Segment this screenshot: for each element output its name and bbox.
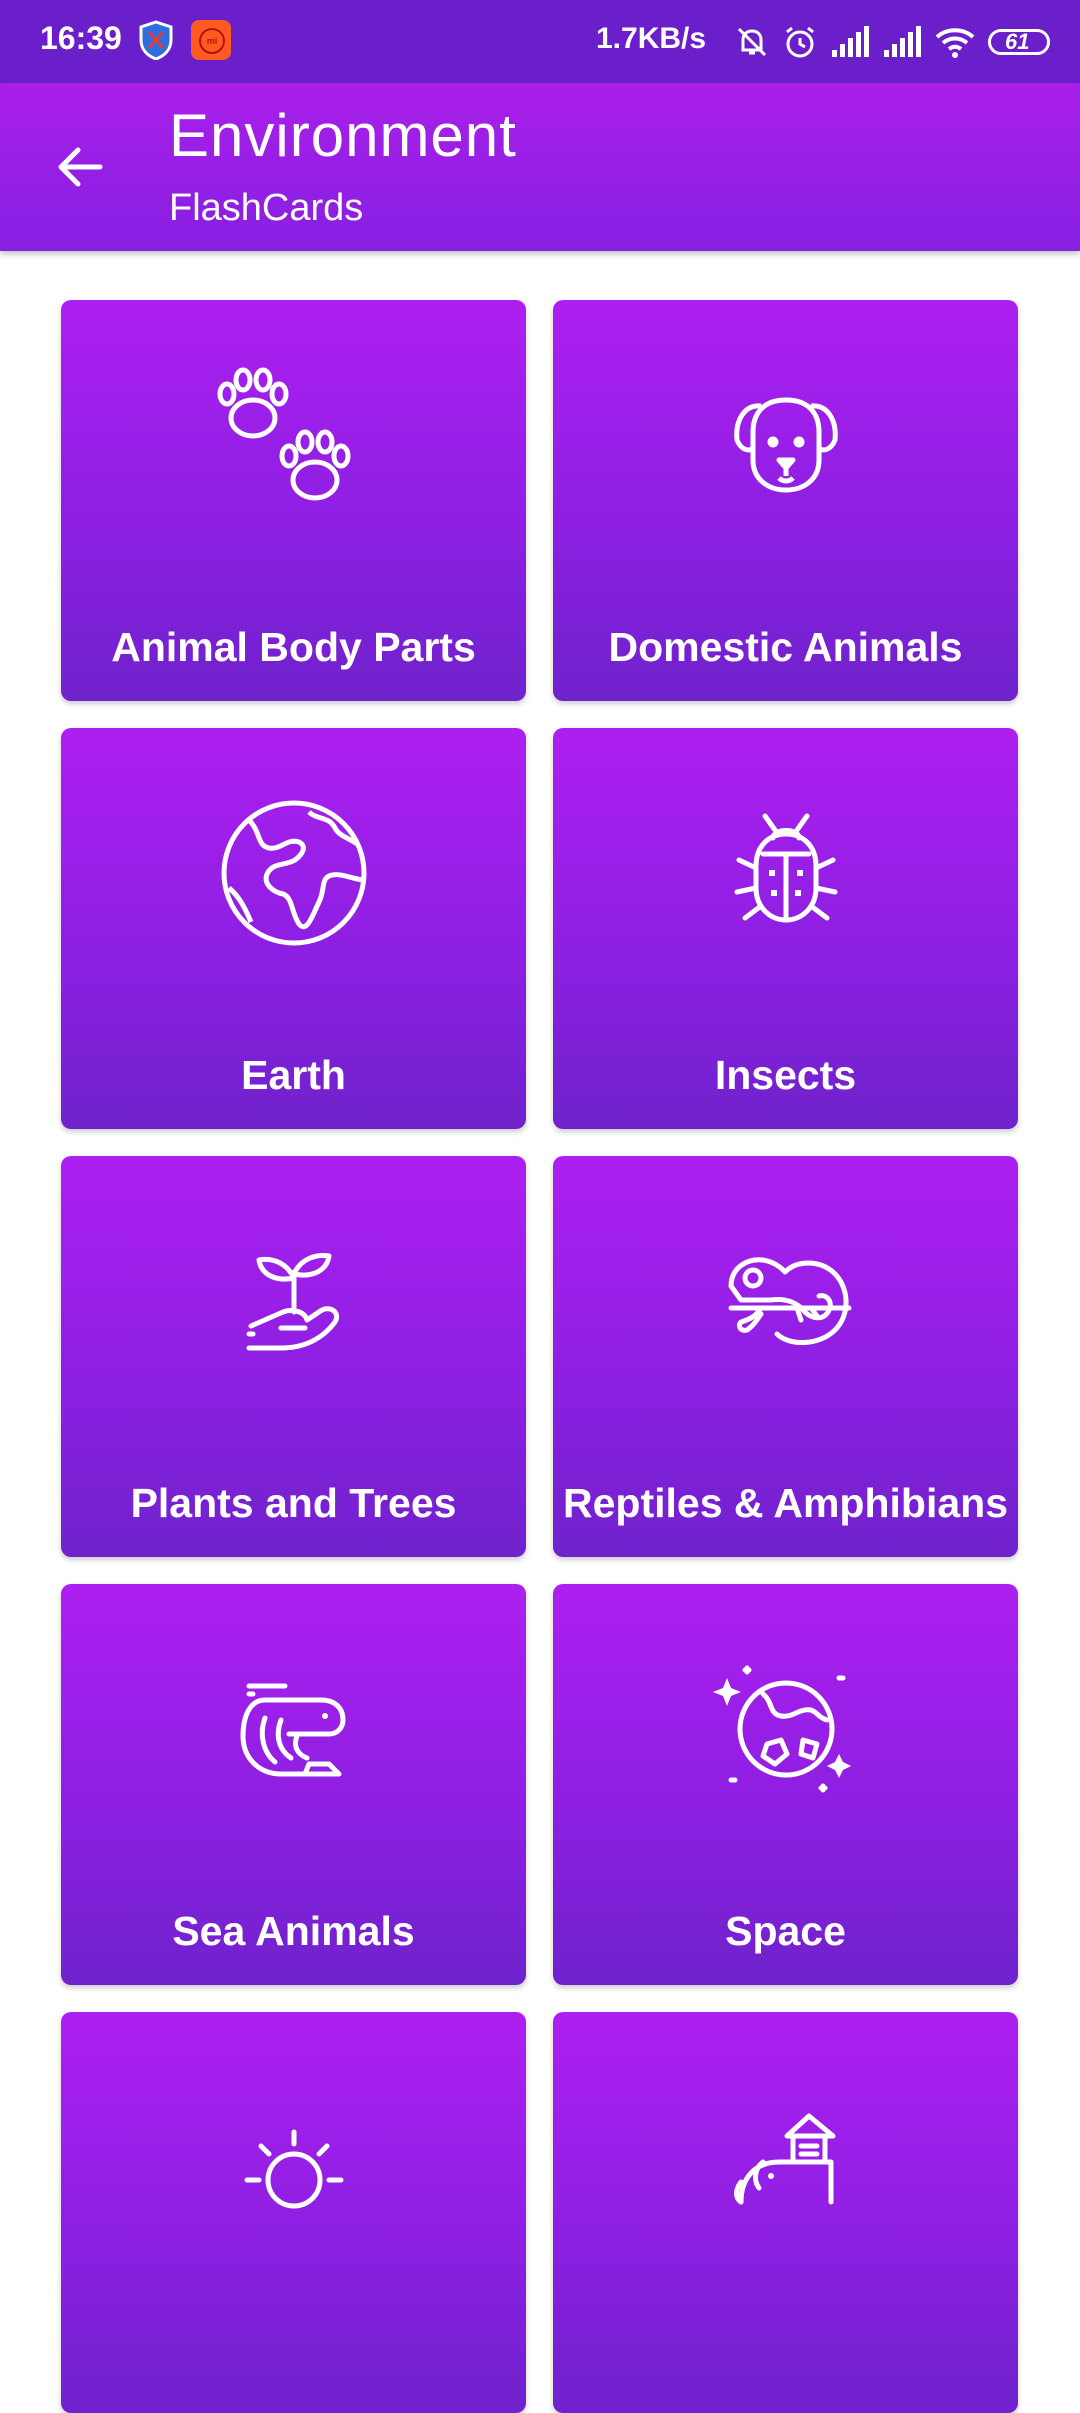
app-bar: Environment FlashCards — [0, 83, 1080, 251]
card-animal-body-parts[interactable]: Animal Body Parts — [61, 300, 526, 701]
paw-prints-icon — [217, 367, 350, 501]
card-label: Animal Body Parts — [111, 624, 476, 670]
card-label: Earth — [241, 1052, 346, 1098]
card-partial[interactable] — [61, 2012, 526, 2413]
elephant-icon — [733, 2113, 835, 2205]
card-plants-and-trees[interactable]: Plants and Trees — [61, 1156, 526, 1557]
alarm-icon — [786, 26, 814, 58]
mi-icon: mi — [191, 20, 231, 60]
signal-icon — [884, 26, 921, 57]
chameleon-icon — [728, 1257, 851, 1346]
card-sea-animals[interactable]: Sea Animals — [61, 1584, 526, 1985]
shield-icon — [139, 20, 173, 60]
dog-icon — [733, 397, 838, 493]
card-domestic-animals[interactable]: Domestic Animals — [553, 300, 1018, 701]
card-earth[interactable]: Earth — [61, 728, 526, 1129]
card-partial[interactable] — [553, 2012, 1018, 2413]
ladybug-icon — [734, 813, 837, 923]
card-label: Reptiles & Amphibians — [563, 1480, 1008, 1526]
card-insects[interactable]: Insects — [553, 728, 1018, 1129]
wifi-icon — [935, 28, 975, 58]
page-subtitle: FlashCards — [169, 187, 364, 229]
page-title: Environment — [169, 102, 517, 169]
card-label: Plants and Trees — [130, 1480, 457, 1526]
shrimp-icon — [240, 1683, 345, 1777]
card-label: Sea Animals — [172, 1908, 415, 1954]
card-reptiles-amphibians[interactable]: Reptiles & Amphibians — [553, 1156, 1018, 1557]
battery-level: 61 — [1005, 29, 1030, 54]
card-label: Domestic Animals — [608, 624, 963, 670]
sun-icon — [244, 2129, 343, 2209]
arrow-left-icon[interactable] — [52, 139, 108, 195]
sprout-hand-icon — [246, 1253, 339, 1351]
status-icons: 61 — [734, 22, 1050, 62]
card-label: Insects — [714, 1052, 857, 1098]
network-speed: 1.7KB/s — [596, 22, 707, 55]
signal-icon — [832, 26, 869, 57]
battery-icon: 61 — [988, 29, 1050, 55]
card-space[interactable]: Space — [553, 1584, 1018, 1985]
card-label: Space — [725, 1908, 846, 1954]
globe-icon — [221, 800, 366, 946]
bell-off-icon — [737, 27, 767, 57]
status-bar: 16:39 mi 1.7KB/s 61 — [0, 0, 1080, 83]
status-time: 16:39 — [40, 20, 122, 56]
planet-icon — [712, 1665, 851, 1793]
